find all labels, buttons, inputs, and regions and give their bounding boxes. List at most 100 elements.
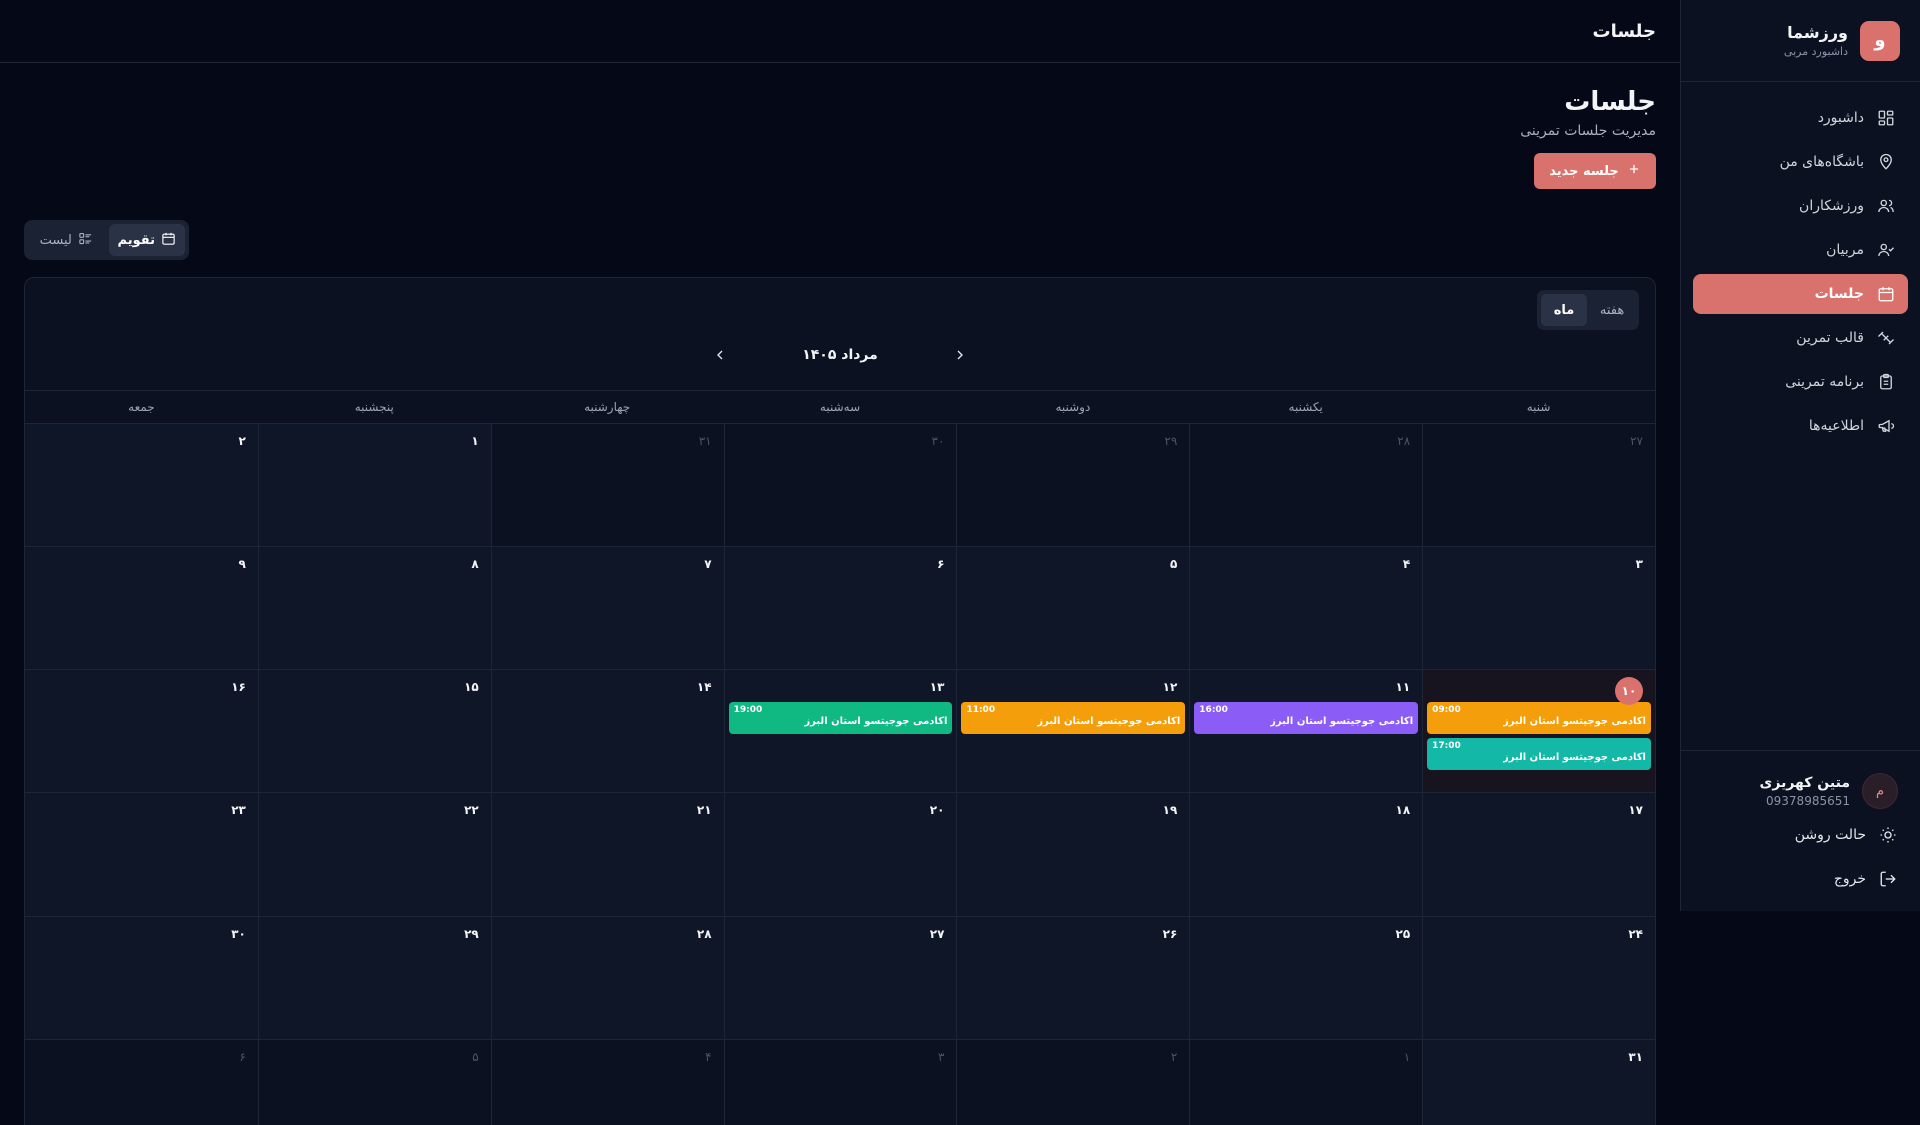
brand: و ورزشما داشبورد مربی: [1681, 0, 1920, 82]
day-number-wrap: ۱۰: [1427, 676, 1651, 706]
day-number: ۲۲: [464, 803, 479, 818]
day-cell[interactable]: ۲۸: [490, 916, 724, 1040]
prev-month-button[interactable]: [708, 343, 732, 367]
day-cell[interactable]: ۱۲ 11:00 آکادمی جوجیتسو استان البرز: [956, 670, 1190, 794]
day-number: ۷: [704, 557, 712, 572]
session-event[interactable]: 17:00 آکادمی جوجیتسو استان البرز: [1427, 738, 1651, 771]
new-session-button[interactable]: جلسه جدید: [1534, 153, 1656, 189]
day-cell[interactable]: ۶: [25, 1039, 258, 1125]
day-cell[interactable]: ۱۸: [1189, 793, 1423, 917]
day-cell[interactable]: ۲: [956, 1039, 1190, 1125]
weekday-label: جمعه: [128, 400, 155, 414]
sidebar-item-3[interactable]: مربیان: [1693, 230, 1908, 270]
month-navigation: مرداد ۱۴۰۵: [25, 340, 1655, 370]
day-number: ۲۹: [1164, 434, 1178, 448]
day-cell[interactable]: ۱۶: [25, 670, 258, 794]
day-number: ۲۶: [1162, 926, 1178, 941]
day-cell[interactable]: ۲۹: [956, 424, 1190, 548]
day-number: ۶: [239, 1049, 246, 1064]
day-cell[interactable]: ۱: [257, 424, 491, 548]
list-view-button[interactable]: لیست: [28, 224, 105, 256]
sidebar-item-2[interactable]: ورزشکاران: [1693, 186, 1908, 226]
day-cell[interactable]: ۲۸: [1189, 424, 1423, 548]
day-cell[interactable]: ۱۹: [956, 793, 1190, 917]
sidebar-item-4[interactable]: جلسات: [1693, 274, 1908, 314]
day-cell[interactable]: ۹: [25, 547, 258, 671]
sidebar-item-label: قالب تمرین: [1796, 330, 1864, 346]
theme-toggle-button[interactable]: حالت روشن: [1693, 813, 1908, 857]
session-event[interactable]: 19:00 آکادمی جوجیتسو استان البرز: [728, 702, 953, 735]
day-cell[interactable]: ۱۵: [257, 670, 491, 794]
day-cell[interactable]: ۲۳: [25, 793, 258, 917]
day-cell[interactable]: ۱۷: [1422, 793, 1655, 917]
day-cell[interactable]: ۲۲: [257, 793, 491, 917]
event-time: 17:00: [1432, 741, 1461, 752]
sidebar-item-6[interactable]: برنامه تمرینی: [1693, 362, 1908, 402]
next-month-button[interactable]: [948, 343, 972, 367]
day-cell[interactable]: ۲: [25, 424, 258, 548]
avatar: م: [1862, 773, 1898, 809]
sidebar-nav: داشبورد باشگاه‌های من ورزشکاران مربیان جلسات…: [1681, 82, 1920, 446]
day-cell[interactable]: ۱: [1189, 1039, 1423, 1125]
day-cell[interactable]: ۲۶: [956, 916, 1190, 1040]
day-cell[interactable]: ۵: [956, 547, 1190, 671]
page-subtitle: مدیریت جلسات تمرینی: [1520, 123, 1656, 139]
calendar-view-button[interactable]: تقویم: [108, 224, 185, 256]
sidebar-item-0[interactable]: داشبورد: [1693, 98, 1908, 138]
day-number: ۴: [705, 1049, 712, 1064]
dashboard-icon: [1876, 108, 1896, 128]
sidebar: و ورزشما داشبورد مربی داشبورد باشگاه‌های …: [1680, 0, 1920, 911]
day-cell[interactable]: ۳۱: [1422, 1039, 1655, 1125]
day-cell[interactable]: ۳۱: [490, 424, 724, 548]
day-cell[interactable]: ۵: [257, 1039, 491, 1125]
calendar-icon: [161, 231, 176, 250]
day-cell[interactable]: ۱۳ 19:00 آکادمی جوجیتسو استان البرز: [723, 670, 957, 794]
day-number: ۱: [471, 434, 479, 448]
day-cell[interactable]: ۱۴: [490, 670, 724, 794]
logout-button[interactable]: خروج: [1693, 857, 1908, 901]
day-number: ۵: [1169, 557, 1178, 572]
day-cell[interactable]: ۲۱: [490, 793, 724, 917]
session-event[interactable]: 11:00 آکادمی جوجیتسو استان البرز: [961, 702, 1186, 735]
day-cell[interactable]: ۳: [723, 1039, 957, 1125]
sidebar-item-label: برنامه تمرینی: [1785, 374, 1864, 390]
day-number: ۲۱: [696, 803, 712, 818]
sidebar-item-7[interactable]: اطلاعیه‌ها: [1693, 406, 1908, 446]
user-info: متین کهریزی 09378985651: [1760, 775, 1850, 808]
week-range-button[interactable]: هفته: [1589, 294, 1635, 326]
day-number: ۲: [238, 434, 246, 448]
day-cell[interactable]: ۳۰: [723, 424, 957, 548]
day-cell[interactable]: ۶: [723, 547, 957, 671]
list-icon: [78, 231, 93, 250]
day-cell[interactable]: ۲۰: [723, 793, 957, 917]
day-cell[interactable]: ۳۰: [25, 916, 258, 1040]
day-cell[interactable]: ۳: [1422, 547, 1655, 671]
day-cell[interactable]: ۴: [490, 1039, 724, 1125]
day-cell[interactable]: ۲۹: [257, 916, 491, 1040]
page-title: جلسات: [1564, 87, 1656, 117]
sidebar-item-1[interactable]: باشگاه‌های من: [1693, 142, 1908, 182]
month-range-button[interactable]: ماه: [1541, 294, 1587, 326]
day-cell[interactable]: ۴: [1189, 547, 1423, 671]
calendar: هفته ماه مرداد ۱۴۰۵ شنبه یکشنبه دوشنبه سه‌ش…: [24, 277, 1656, 1125]
day-cell[interactable]: ۷: [490, 547, 724, 671]
day-number: ۲۰: [929, 803, 945, 818]
day-cell[interactable]: ۲۷: [723, 916, 957, 1040]
day-number: ۲۸: [696, 926, 712, 941]
day-cell[interactable]: ۸: [257, 547, 491, 671]
weekday-label: سه‌شنبه: [819, 400, 861, 414]
day-cell[interactable]: ۲۴: [1422, 916, 1655, 1040]
sun-icon: [1878, 825, 1898, 845]
day-cell[interactable]: ۱۱ 16:00 آکادمی جوجیتسو استان البرز: [1189, 670, 1423, 794]
session-event[interactable]: 16:00 آکادمی جوجیتسو استان البرز: [1194, 702, 1419, 735]
day-cell[interactable]: ۲۵: [1189, 916, 1423, 1040]
day-cell[interactable]: ۲۷: [1422, 424, 1655, 548]
sidebar-item-5[interactable]: قالب تمرین: [1693, 318, 1908, 358]
event-time: 19:00: [733, 705, 763, 716]
today-badge: ۱۰: [1615, 677, 1643, 706]
sidebar-item-label: باشگاه‌های من: [1779, 154, 1864, 170]
day-cell[interactable]: ۱۰ 09:00 آکادمی جوجیتسو استان البرز 17:00 آک…: [1422, 670, 1655, 794]
list-view-label: لیست: [39, 232, 72, 248]
session-event[interactable]: 09:00 آکادمی جوجیتسو استان البرز: [1427, 702, 1651, 735]
user-profile[interactable]: م متین کهریزی 09378985651: [1693, 769, 1908, 813]
